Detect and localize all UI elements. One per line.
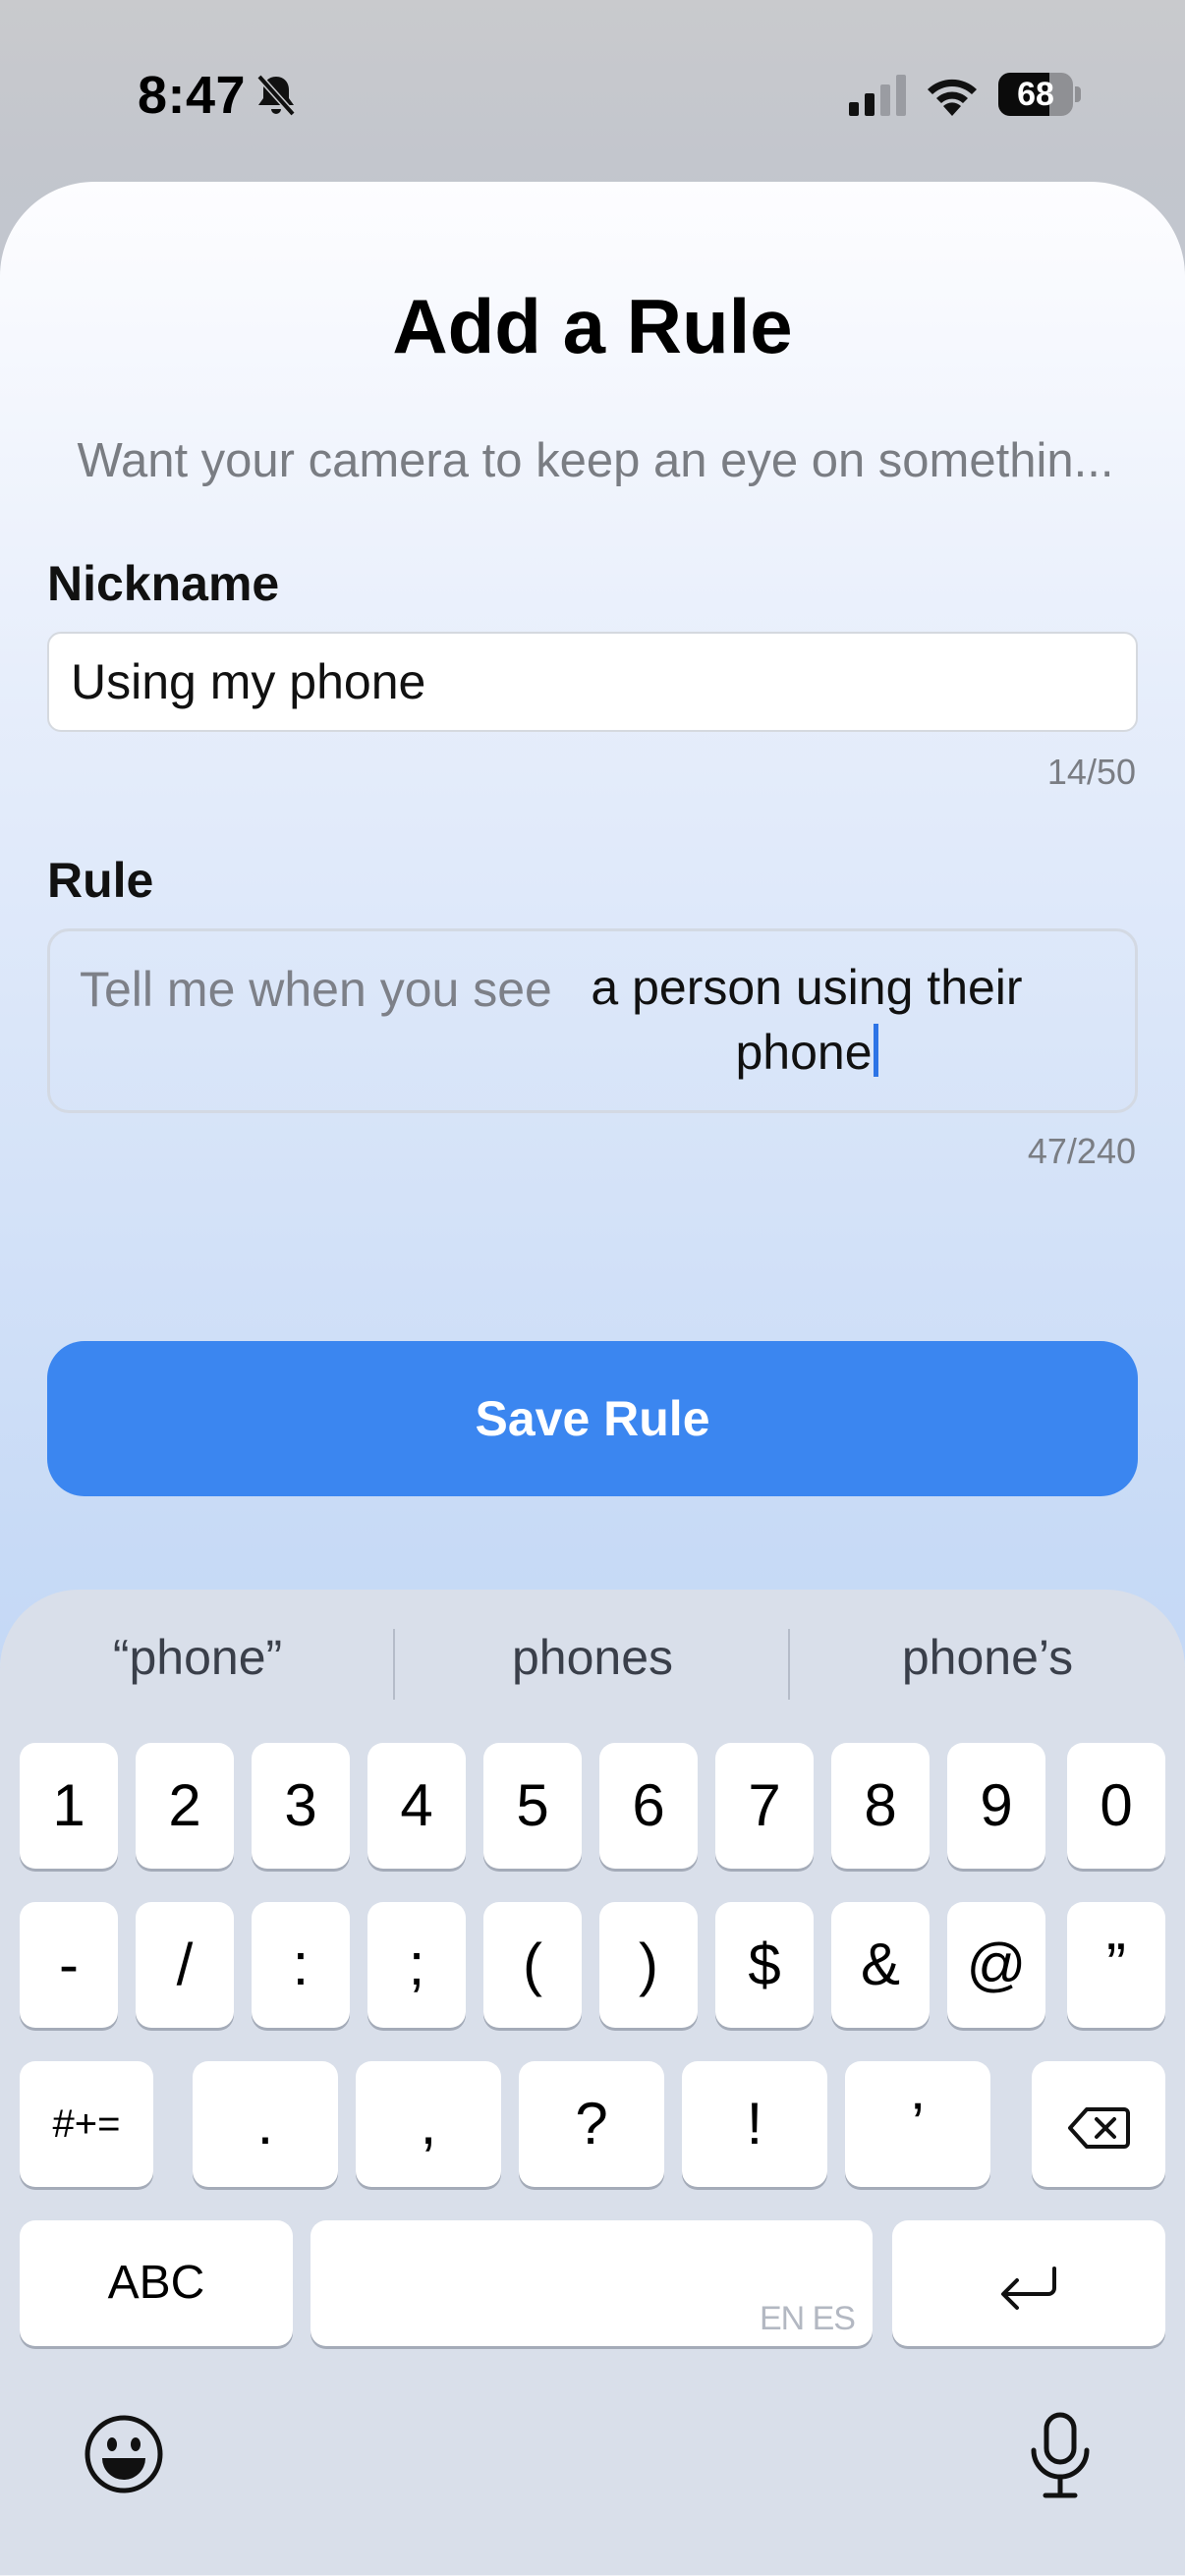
key-more-symbols[interactable]: #+= [20, 2061, 153, 2187]
rule-label: Rule [47, 853, 154, 908]
key-period[interactable]: . [193, 2061, 338, 2187]
space-key[interactable]: EN ES [310, 2220, 873, 2346]
key-comma[interactable]: , [356, 2061, 501, 2187]
suggestion-2[interactable]: phones [395, 1629, 790, 1686]
suggestion-1[interactable]: “phone” [0, 1629, 395, 1686]
save-rule-button[interactable]: Save Rule [47, 1341, 1138, 1496]
suggestion-bar: “phone” phones phone’s [0, 1590, 1185, 1733]
page-title: Add a Rule [392, 283, 793, 369]
language-hint: EN ES [759, 2300, 856, 2337]
key-6[interactable]: 6 [599, 1743, 698, 1869]
key-colon[interactable]: : [252, 1902, 350, 2028]
key-4[interactable]: 4 [367, 1743, 466, 1869]
cellular-signal-icon [849, 75, 906, 116]
rule-char-counter: 47/240 [1027, 1131, 1136, 1171]
bell-slash-icon [256, 74, 296, 117]
rule-field[interactable]: Tell me when you see a person using thei… [47, 928, 1138, 1113]
key-slash[interactable]: / [136, 1902, 234, 2028]
keyboard: “phone” phones phone’s 1 2 3 4 5 6 7 8 9… [0, 1590, 1185, 2576]
rule-text: a person using their phone [591, 960, 1023, 1080]
delete-icon [1068, 2107, 1130, 2150]
status-bar: 8:47 68 [0, 0, 1185, 182]
key-quote[interactable]: ” [1067, 1902, 1165, 2028]
nickname-field[interactable]: Using my phone [47, 632, 1138, 732]
key-open-paren[interactable]: ( [483, 1902, 582, 2028]
key-ampersand[interactable]: & [831, 1902, 930, 2028]
key-exclamation[interactable]: ! [682, 2061, 827, 2187]
key-1[interactable]: 1 [20, 1743, 118, 1869]
key-9[interactable]: 9 [947, 1743, 1045, 1869]
key-dollar[interactable]: $ [715, 1902, 814, 2028]
battery-level: 68 [1017, 76, 1054, 113]
key-question[interactable]: ? [519, 2061, 664, 2187]
key-7[interactable]: 7 [715, 1743, 814, 1869]
key-hyphen[interactable]: - [20, 1902, 118, 2028]
microphone-icon[interactable] [1026, 2411, 1095, 2501]
nickname-label: Nickname [47, 556, 280, 611]
key-3[interactable]: 3 [252, 1743, 350, 1869]
delete-key[interactable] [1032, 2061, 1165, 2187]
key-semicolon[interactable]: ; [367, 1902, 466, 2028]
key-at[interactable]: @ [947, 1902, 1045, 2028]
rule-text-container: a person using their phone [571, 955, 1043, 1085]
emoji-icon[interactable] [83, 2413, 165, 2495]
key-apostrophe[interactable]: ’ [845, 2061, 990, 2187]
suggestion-3[interactable]: phone’s [790, 1629, 1185, 1686]
rule-prefix: Tell me when you see [80, 962, 552, 1017]
page-subtitle: Want your camera to keep an eye on somet… [77, 434, 1114, 487]
abc-key[interactable]: ABC [20, 2220, 293, 2346]
text-caret [873, 1024, 878, 1077]
key-close-paren[interactable]: ) [599, 1902, 698, 2028]
status-time: 8:47 [138, 66, 247, 125]
key-8[interactable]: 8 [831, 1743, 930, 1869]
return-icon [1001, 2267, 1056, 2311]
wifi-icon [928, 79, 977, 116]
key-2[interactable]: 2 [136, 1743, 234, 1869]
nickname-char-counter: 14/50 [1046, 752, 1136, 792]
return-key[interactable] [892, 2220, 1165, 2346]
key-5[interactable]: 5 [483, 1743, 582, 1869]
battery-icon: 68 [998, 73, 1081, 116]
key-0[interactable]: 0 [1067, 1743, 1165, 1869]
